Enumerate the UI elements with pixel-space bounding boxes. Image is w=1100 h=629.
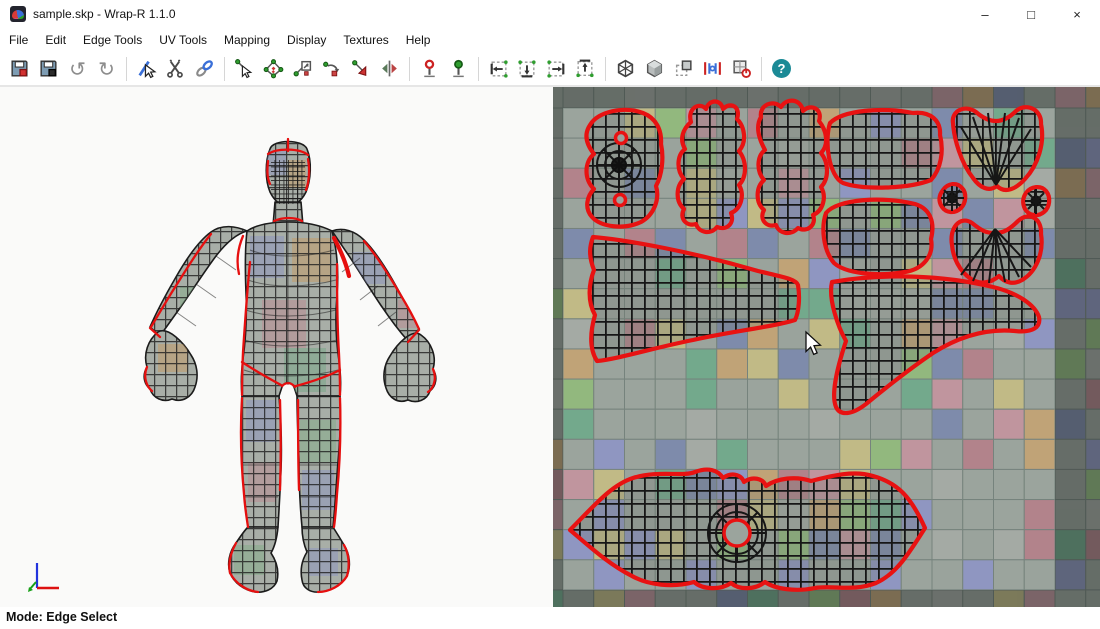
solid-cube-icon xyxy=(644,58,665,79)
menu-help[interactable]: Help xyxy=(398,30,439,50)
align-top-icon xyxy=(575,58,596,79)
viewport-uv[interactable] xyxy=(553,87,1100,607)
main-area xyxy=(0,87,1100,607)
menu-display[interactable]: Display xyxy=(279,30,334,50)
pack-islands-icon xyxy=(702,58,723,79)
close-button[interactable]: × xyxy=(1054,0,1100,28)
align-bottom-button[interactable] xyxy=(513,55,542,82)
human-figure-mesh xyxy=(0,87,553,607)
detach-window-icon xyxy=(673,58,694,79)
toolbar-separator xyxy=(126,57,127,81)
rotate-island-button[interactable] xyxy=(317,55,346,82)
wireframe-cube-icon xyxy=(615,58,636,79)
undo-button[interactable]: ↺ xyxy=(63,55,92,82)
scale-island-icon xyxy=(350,58,371,79)
scissors-icon xyxy=(165,58,186,79)
uv-island-back-lower[interactable] xyxy=(823,200,932,275)
wrapr-window: sample.skp - Wrap-R 1.1.0 – □ × File Edi… xyxy=(0,0,1100,629)
move-island-icon xyxy=(292,58,313,79)
toolbar-separator xyxy=(478,57,479,81)
view-solid-button[interactable] xyxy=(640,55,669,82)
menu-mapping[interactable]: Mapping xyxy=(216,30,278,50)
vertex-select-button[interactable] xyxy=(230,55,259,82)
pin-red-button[interactable] xyxy=(415,55,444,82)
pack-islands-button[interactable] xyxy=(698,55,727,82)
window-controls: – □ × xyxy=(962,0,1100,28)
texture-options-icon xyxy=(731,58,752,79)
weld-icon xyxy=(194,58,215,79)
toolbar-separator xyxy=(409,57,410,81)
minimize-button[interactable]: – xyxy=(962,0,1008,28)
sew-icon xyxy=(263,58,284,79)
statusbar: Mode: Edge Select xyxy=(0,607,1100,629)
pin-red-icon xyxy=(419,58,440,79)
toolbar-separator xyxy=(605,57,606,81)
help-button[interactable]: ? xyxy=(767,55,796,82)
move-island-button[interactable] xyxy=(288,55,317,82)
menubar: File Edit Edge Tools UV Tools Mapping Di… xyxy=(0,28,1100,52)
texture-options-button[interactable] xyxy=(727,55,756,82)
align-right-icon xyxy=(546,58,567,79)
uv-island-back-upper[interactable] xyxy=(828,110,942,188)
y-axis xyxy=(30,582,36,589)
app-logo-icon xyxy=(10,6,26,22)
align-left-icon xyxy=(488,58,509,79)
pin-green-icon xyxy=(448,58,469,79)
toolbar: ↺ ↻ xyxy=(0,52,1100,87)
weld-edges-button[interactable] xyxy=(190,55,219,82)
toolbar-separator xyxy=(761,57,762,81)
uv-editor-canvas xyxy=(553,87,1100,607)
mode-label: Mode: Edge Select xyxy=(0,607,117,624)
edge-select-icon xyxy=(136,58,157,79)
detach-window-button[interactable] xyxy=(669,55,698,82)
align-right-button[interactable] xyxy=(542,55,571,82)
axis-gizmo xyxy=(28,563,59,592)
menu-uv-tools[interactable]: UV Tools xyxy=(151,30,215,50)
pin-green-button[interactable] xyxy=(444,55,473,82)
scale-island-button[interactable] xyxy=(346,55,375,82)
redo-button[interactable]: ↻ xyxy=(92,55,121,82)
mirror-icon xyxy=(379,58,400,79)
save-button[interactable] xyxy=(5,55,34,82)
maximize-button[interactable]: □ xyxy=(1008,0,1054,28)
align-bottom-icon xyxy=(517,58,538,79)
vertex-select-icon xyxy=(234,58,255,79)
undo-icon: ↺ xyxy=(69,59,86,79)
menu-file[interactable]: File xyxy=(1,30,36,50)
menu-textures[interactable]: Textures xyxy=(335,30,396,50)
align-top-button[interactable] xyxy=(571,55,600,82)
titlebar: sample.skp - Wrap-R 1.1.0 – □ × xyxy=(0,0,1100,28)
viewport-3d[interactable] xyxy=(0,87,553,607)
flip-island-button[interactable] xyxy=(375,55,404,82)
menu-edit[interactable]: Edit xyxy=(37,30,74,50)
window-title: sample.skp - Wrap-R 1.1.0 xyxy=(33,7,176,21)
uv-island-right-hand[interactable] xyxy=(758,101,827,233)
edge-select-button[interactable] xyxy=(132,55,161,82)
menu-edge-tools[interactable]: Edge Tools xyxy=(75,30,150,50)
help-icon: ? xyxy=(772,59,791,78)
figure-texture xyxy=(140,135,440,600)
redo-icon: ↻ xyxy=(98,59,115,79)
sew-vertices-button[interactable] xyxy=(259,55,288,82)
view-wireframe-button[interactable] xyxy=(611,55,640,82)
toolbar-separator xyxy=(224,57,225,81)
cut-edges-button[interactable] xyxy=(161,55,190,82)
align-left-button[interactable] xyxy=(484,55,513,82)
rotate-island-icon xyxy=(321,58,342,79)
save-as-button[interactable] xyxy=(34,55,63,82)
